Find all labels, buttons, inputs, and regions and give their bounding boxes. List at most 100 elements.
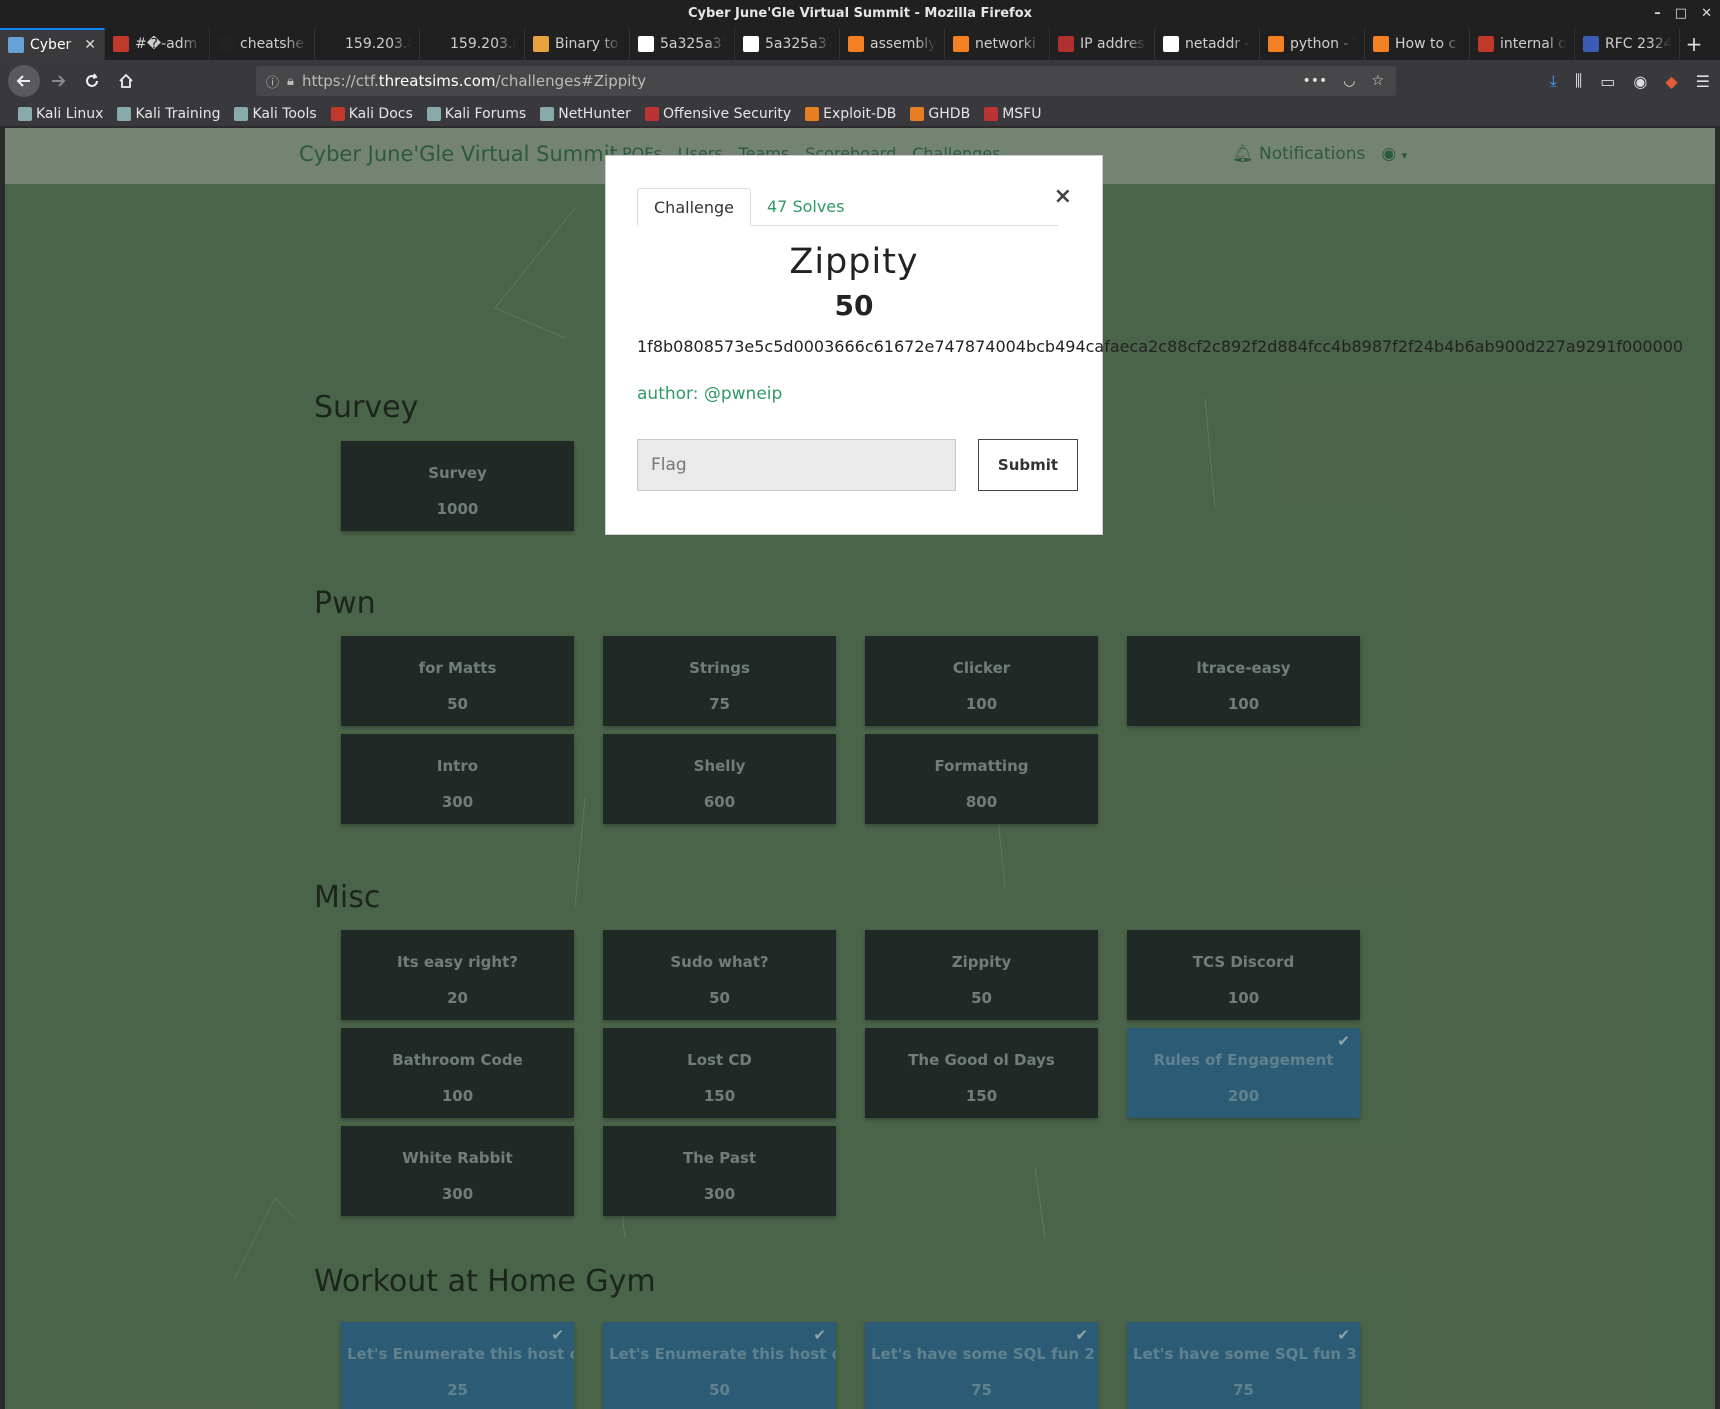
modal-tabs: Challenge 47 Solves [637, 188, 1058, 226]
stackoverflow-icon [953, 36, 969, 52]
url-host: threatsims.com [378, 72, 496, 90]
bookmark-icon [540, 107, 555, 121]
page-icon [8, 37, 24, 53]
flag-input[interactable] [637, 439, 956, 491]
page-icon [428, 36, 444, 52]
bookmark-icon [426, 107, 441, 121]
page-viewport: Cyber June'Gle Virtual Summit POFs Users… [5, 128, 1715, 1409]
browser-tab[interactable]: Binary to [525, 28, 630, 60]
bookmark-label: Offensive Security [662, 106, 792, 122]
window-title: Cyber June'Gle Virtual Summit - Mozilla … [687, 6, 1033, 21]
tab-label: 159.203.81.4 [450, 36, 516, 52]
bookmark-item[interactable]: NetHunter [540, 106, 631, 122]
page-icon [1058, 36, 1074, 52]
tab-label: Cyber [30, 37, 72, 53]
bookmark-item[interactable]: Kali Tools [234, 106, 317, 122]
browser-tab[interactable]: #�-adm [105, 28, 210, 60]
bookmark-item[interactable]: GHDB [910, 106, 970, 122]
browser-tab[interactable]: python - V [1260, 28, 1365, 60]
google-icon [638, 36, 654, 52]
browser-tab[interactable]: internal d [1470, 28, 1575, 60]
bookmark-label: Kali Tools [252, 106, 317, 122]
github-icon [218, 36, 234, 52]
tab-strip: Cyber ✕ #�-adm cheatshe 159.203.81.4 159.203.… [0, 28, 1720, 60]
bookmarks-toolbar: Kali Linux Kali Training Kali Tools Kali Do… [0, 102, 1720, 126]
tab-label: 159.203.81.4 [345, 36, 411, 52]
home-icon [119, 73, 133, 88]
tab-label: Binary to [555, 36, 619, 52]
tab-solves[interactable]: 47 Solves [751, 188, 860, 226]
minimize-icon[interactable]: – [1654, 0, 1661, 28]
browser-tab[interactable]: 159.203.81.4 [315, 28, 420, 60]
tab-label: assembly [870, 36, 936, 52]
more-actions-icon[interactable]: ••• [1302, 73, 1327, 89]
bookmark-item[interactable]: Kali Forums [426, 106, 527, 122]
close-icon[interactable]: × [1054, 184, 1072, 209]
bookmark-item[interactable]: Exploit-DB [805, 106, 896, 122]
url-actions: ••• ◡ ☆ [1302, 66, 1384, 96]
bookmark-icon [984, 107, 999, 121]
url-bar[interactable]: ⓘ 🔒︎ https://ctf. threatsims.com/challeng… [256, 66, 1396, 96]
stackoverflow-icon [1373, 36, 1389, 52]
close-window-icon[interactable]: ✕ [1701, 0, 1712, 28]
browser-tab[interactable]: 159.203.81.4 [420, 28, 525, 60]
lock-icon[interactable]: 🔒︎ [287, 74, 294, 89]
info-icon[interactable]: ⓘ [266, 72, 279, 91]
bookmark-label: Kali Docs [348, 106, 413, 122]
library-icon[interactable]: ⫼ [1575, 71, 1582, 91]
browser-tab[interactable]: 5a325a37 [735, 28, 840, 60]
arrow-left-icon [16, 75, 30, 87]
bookmark-icon [330, 107, 345, 121]
browser-tab[interactable]: 5a325a37 [630, 28, 735, 60]
bookmark-item[interactable]: Kali Linux [18, 106, 103, 122]
new-tab-button[interactable]: + [1680, 28, 1708, 60]
maximize-icon[interactable]: □ [1675, 0, 1687, 28]
browser-tab[interactable]: cheatshe [210, 28, 315, 60]
sidebar-icon[interactable]: ▭ [1600, 72, 1615, 91]
toolbar-right: ⤓ ⫼ ▭ ◉ ◆ ☰ [1550, 66, 1710, 96]
menu-icon[interactable]: ☰ [1696, 72, 1710, 91]
submit-button[interactable]: Submit [978, 439, 1078, 491]
bookmark-item[interactable]: Kali Docs [330, 106, 413, 122]
tab-label: internal d [1500, 36, 1566, 52]
forward-button[interactable] [42, 65, 74, 97]
google-icon [743, 36, 759, 52]
rfc-icon [1583, 36, 1599, 52]
page-icon [323, 36, 339, 52]
back-button[interactable] [8, 65, 40, 97]
tab-label: 5a325a37 [765, 36, 831, 52]
challenge-modal: Challenge 47 Solves × Zippity 50 1f8b080… [605, 155, 1683, 535]
window-titlebar: Cyber June'Gle Virtual Summit - Mozilla … [0, 0, 1720, 28]
bookmark-item[interactable]: Kali Training [117, 106, 220, 122]
pocket-icon[interactable]: ◡ [1343, 73, 1355, 89]
bookmark-star-icon[interactable]: ☆ [1371, 73, 1384, 89]
bookmark-icon [234, 107, 249, 121]
tab-close-icon[interactable]: ✕ [84, 37, 96, 53]
browser-tab[interactable]: Cyber ✕ [0, 28, 105, 60]
browser-tab[interactable]: netaddr - [1155, 28, 1260, 60]
url-scheme: https://ctf. [301, 72, 379, 90]
tab-label: python - V [1290, 36, 1356, 52]
browser-tab[interactable]: networki [945, 28, 1050, 60]
bookmark-label: Kali Forums [444, 106, 527, 122]
reload-icon [86, 73, 98, 87]
bookmark-icon [910, 107, 925, 121]
download-icon[interactable]: ⤓ [1550, 71, 1557, 91]
reload-button[interactable] [76, 65, 108, 97]
bookmark-item[interactable]: MSFU [984, 106, 1041, 122]
browser-tab[interactable]: RFC 2324 [1575, 28, 1680, 60]
account-icon[interactable]: ◉ [1633, 72, 1647, 91]
bookmark-label: Kali Training [135, 106, 221, 122]
tab-challenge[interactable]: Challenge [637, 188, 751, 226]
browser-tab[interactable]: IP addres [1050, 28, 1155, 60]
browser-tab[interactable]: assembly [840, 28, 945, 60]
browser-tab[interactable]: How to c [1365, 28, 1470, 60]
extension-icon[interactable]: ◆ [1665, 72, 1677, 91]
bookmark-icon [644, 107, 659, 121]
bookmark-icon [18, 107, 32, 121]
challenge-name: Zippity [789, 242, 919, 282]
arrow-right-icon [52, 75, 66, 87]
tab-label: RFC 2324 [1605, 36, 1671, 52]
bookmark-item[interactable]: Offensive Security [644, 106, 792, 122]
home-button[interactable] [110, 65, 142, 97]
